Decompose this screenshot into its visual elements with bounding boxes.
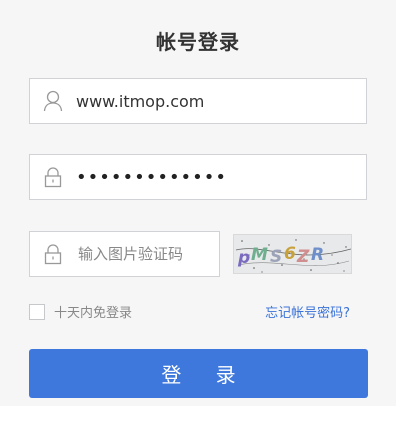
user-icon — [32, 78, 74, 124]
lock-icon — [32, 231, 74, 277]
remember-checkbox[interactable] — [29, 303, 45, 320]
svg-text:p: p — [237, 248, 250, 268]
page-title: 帐号登录 — [156, 30, 240, 54]
svg-text:S: S — [270, 247, 282, 267]
captcha-image[interactable]: p M S 6 Z R — [233, 234, 352, 274]
svg-text:6: 6 — [284, 244, 296, 264]
svg-text:M: M — [251, 245, 268, 265]
svg-text:R: R — [311, 245, 324, 265]
login-button[interactable]: 登 录 — [29, 349, 368, 398]
username-field[interactable]: www.itmop.com — [29, 78, 367, 124]
username-value: www.itmop.com — [76, 91, 205, 111]
remember-me[interactable]: 十天内免登录 — [29, 302, 132, 321]
svg-text:Z: Z — [296, 247, 310, 267]
forgot-password-link[interactable]: 忘记帐号密码? — [265, 302, 350, 321]
lock-icon — [32, 154, 74, 200]
remember-label: 十天内免登录 — [54, 306, 133, 321]
password-field[interactable]: ••••••••••••• — [29, 154, 367, 200]
captcha-field[interactable] — [29, 231, 220, 277]
password-value: ••••••••••••• — [76, 166, 228, 188]
captcha-input[interactable] — [76, 244, 210, 264]
bottom-strip — [0, 406, 396, 424]
